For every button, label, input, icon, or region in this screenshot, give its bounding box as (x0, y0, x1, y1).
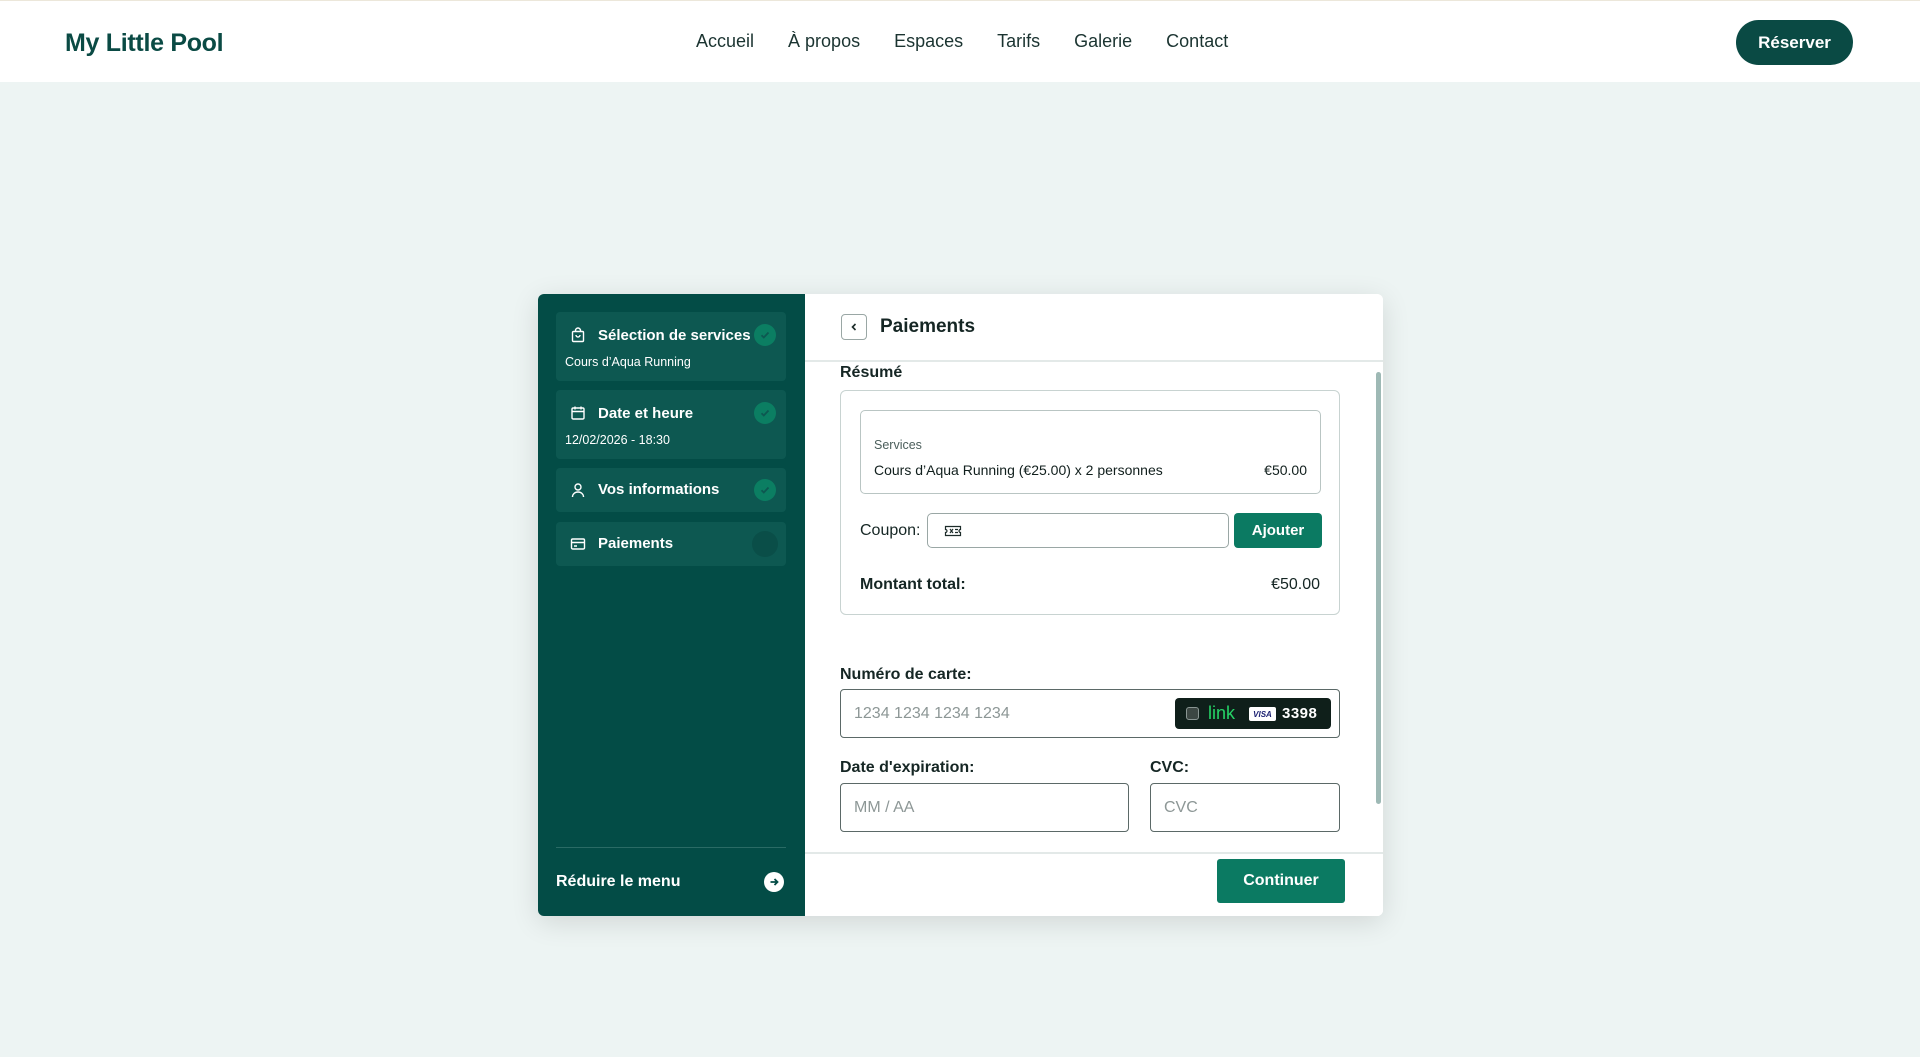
step-title: Sélection de services (598, 327, 751, 344)
step-service-selection[interactable]: Sélection de services Cours d’Aqua Runni… (556, 312, 786, 381)
calendar-icon (570, 405, 586, 421)
nav-link-tarifs[interactable]: Tarifs (997, 31, 1040, 52)
step-summary: Cours d’Aqua Running (565, 355, 691, 369)
expiry-input[interactable] (854, 795, 1114, 821)
step-title: Paiements (598, 535, 674, 552)
visa-card-icon: VISA (1249, 707, 1276, 721)
chevron-left-icon (851, 323, 857, 331)
step-date-time[interactable]: Date et heure 12/02/2026 - 18:30 (556, 390, 786, 459)
site-logo[interactable]: My Little Pool (65, 29, 224, 58)
order-summary: Services Cours d’Aqua Running (€25.00) x… (840, 390, 1340, 615)
payment-form-scroll-area[interactable]: Résumé Services Cours d’Aqua Running (€2… (805, 364, 1383, 846)
user-icon (570, 482, 586, 498)
total-label: Montant total: (860, 576, 966, 593)
summary-title: Résumé (840, 364, 903, 381)
collapse-menu-button[interactable]: Réduire le menu (556, 870, 786, 894)
service-line-price: €50.00 (1264, 462, 1307, 478)
continue-button[interactable]: Continuer (1217, 859, 1345, 903)
card-last-four: 3398 (1282, 705, 1318, 722)
card-number-label: Numéro de carte: (840, 666, 972, 683)
link-saved-card-badge[interactable]: link VISA 3398 (1175, 698, 1331, 729)
booking-widget: Sélection de services Cours d’Aqua Runni… (538, 294, 1383, 916)
main-nav: Accueil À propos Espaces Tarifs Galerie … (696, 31, 1262, 52)
card-number-input[interactable] (854, 701, 1164, 727)
cvc-label: CVC: (1150, 759, 1190, 776)
reserve-button[interactable]: Réserver (1736, 20, 1853, 65)
check-circle-icon (754, 402, 776, 424)
coupon-input[interactable] (972, 518, 1222, 544)
services-label: Services (874, 438, 922, 452)
top-navigation-bar: My Little Pool Accueil À propos Espaces … (0, 0, 1920, 82)
step-summary: 12/02/2026 - 18:30 (565, 433, 670, 447)
step-title: Vos informations (598, 481, 720, 498)
cvc-input[interactable] (1164, 795, 1324, 821)
step-your-information[interactable]: Vos informations (556, 468, 786, 512)
shopping-bag-icon (570, 327, 586, 343)
service-line-item: Cours d’Aqua Running (€25.00) x 2 person… (874, 462, 1163, 478)
total-amount: €50.00 (1271, 576, 1320, 593)
payment-panel: Paiements Résumé Services Cours d’Aqua R… (805, 294, 1383, 916)
page-title: Paiements (880, 316, 976, 337)
step-pending-indicator (752, 531, 778, 557)
link-logo: link (1208, 703, 1236, 723)
services-summary: Services Cours d’Aqua Running (€25.00) x… (860, 410, 1321, 494)
expiry-label: Date d'expiration: (840, 759, 975, 776)
ticket-icon (944, 524, 962, 538)
collapse-menu-label: Réduire le menu (556, 873, 681, 890)
check-circle-icon (754, 479, 776, 501)
back-button[interactable] (841, 314, 867, 340)
expiry-field[interactable] (840, 783, 1129, 832)
add-coupon-button[interactable]: Ajouter (1234, 513, 1322, 548)
booking-steps-sidebar: Sélection de services Cours d’Aqua Runni… (538, 294, 805, 916)
panel-header: Paiements (805, 294, 1383, 362)
nav-link-a-propos[interactable]: À propos (788, 31, 860, 52)
cvc-field[interactable] (1150, 783, 1340, 832)
nav-link-contact[interactable]: Contact (1166, 31, 1228, 52)
nav-link-galerie[interactable]: Galerie (1074, 31, 1132, 52)
coupon-field[interactable] (927, 513, 1229, 548)
link-checkbox-icon (1186, 707, 1199, 720)
divider (556, 847, 786, 848)
check-circle-icon (754, 324, 776, 346)
coupon-label: Coupon: (860, 522, 921, 539)
nav-link-accueil[interactable]: Accueil (696, 31, 754, 52)
panel-footer: Continuer (805, 852, 1383, 916)
nav-link-espaces[interactable]: Espaces (894, 31, 963, 52)
card-number-field[interactable]: link VISA 3398 (840, 689, 1340, 738)
step-payments[interactable]: Paiements (556, 522, 786, 566)
arrow-right-circle-icon (764, 872, 784, 892)
step-title: Date et heure (598, 405, 694, 422)
credit-card-icon (570, 536, 586, 552)
scrollbar-thumb[interactable] (1376, 372, 1381, 804)
